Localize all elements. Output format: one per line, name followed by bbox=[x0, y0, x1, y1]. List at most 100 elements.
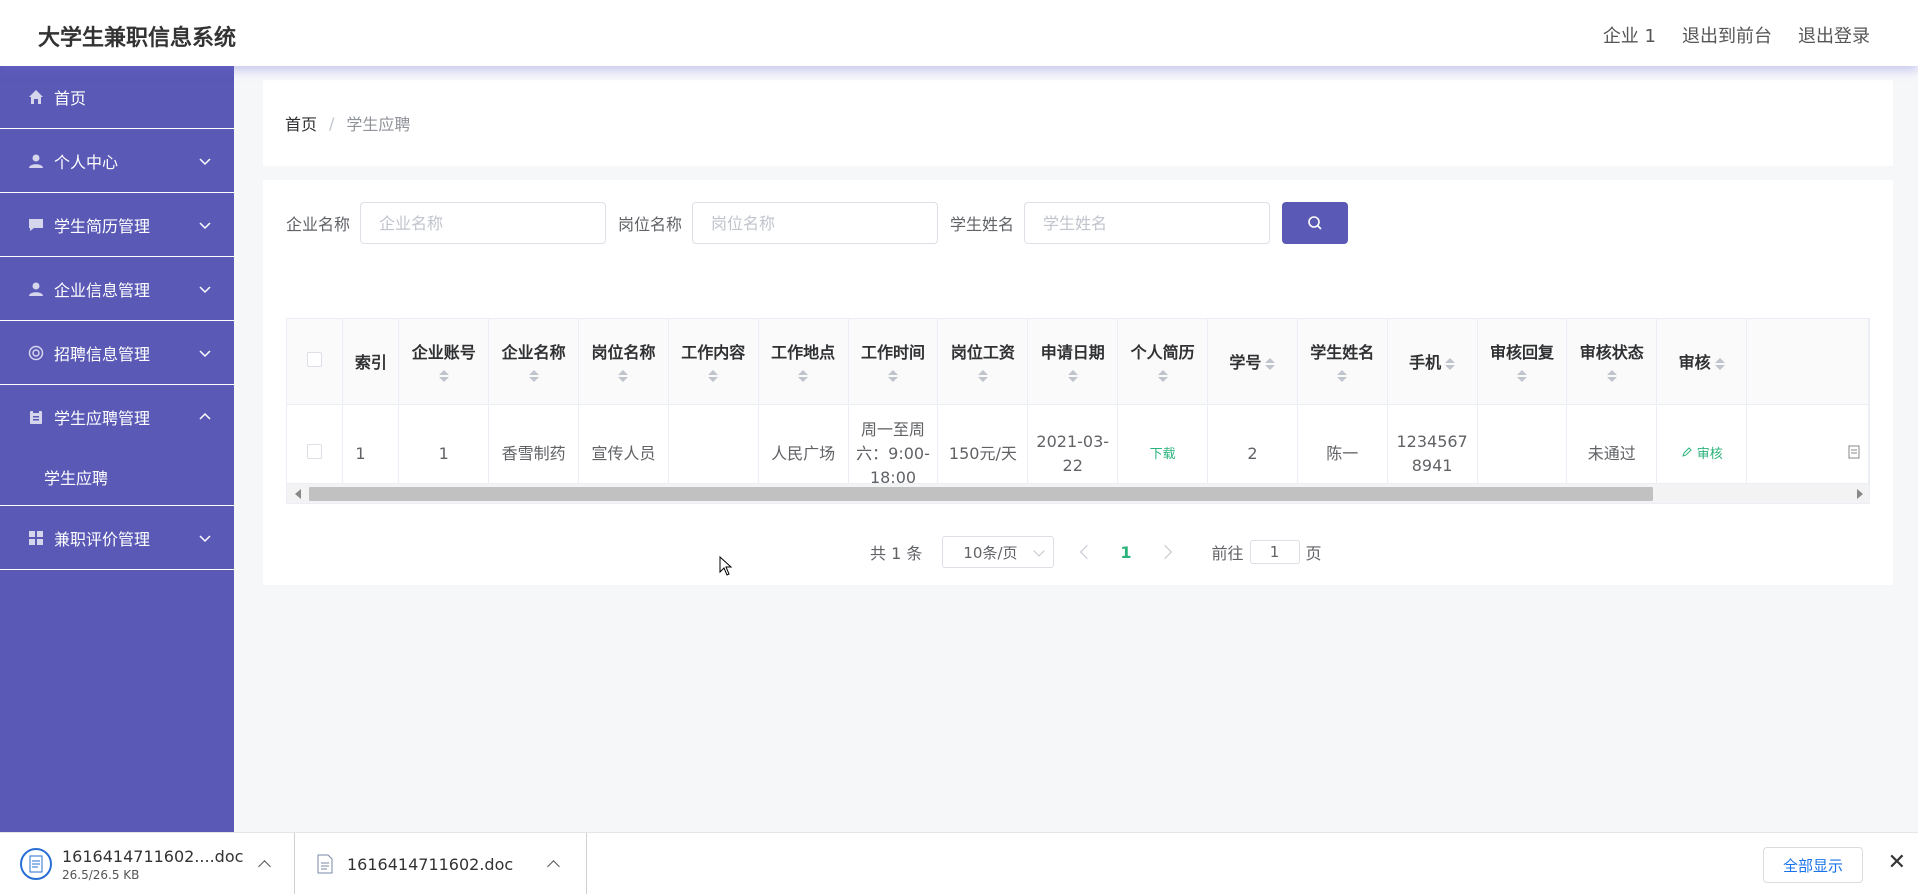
sort-icon[interactable] bbox=[438, 369, 449, 383]
sidebar-item-recruitment-management[interactable]: 招聘信息管理 bbox=[0, 321, 234, 385]
search-icon bbox=[1308, 216, 1322, 230]
home-icon bbox=[28, 89, 44, 105]
download-item[interactable]: 1616414711602.doc bbox=[295, 833, 587, 894]
download-file-name: 1616414711602....doc bbox=[62, 846, 244, 866]
sort-icon[interactable] bbox=[888, 369, 898, 383]
col-header-review[interactable]: 审核 bbox=[1656, 319, 1748, 405]
chevron-down-icon bbox=[199, 221, 211, 229]
page-number-current[interactable]: 1 bbox=[1120, 543, 1131, 562]
chevron-down-icon bbox=[199, 157, 211, 165]
post-name-input[interactable] bbox=[692, 202, 939, 244]
row-checkbox[interactable] bbox=[307, 444, 323, 459]
sidebar-subitem-label: 学生应聘 bbox=[44, 469, 109, 488]
sort-icon[interactable] bbox=[1516, 369, 1527, 383]
select-all-checkbox[interactable] bbox=[307, 351, 323, 367]
post-name-label: 岗位名称 bbox=[618, 215, 683, 234]
logout-link[interactable]: 退出登录 bbox=[1798, 22, 1870, 48]
sidebar: 首页 个人中心 学生简历管理 企业信息管理 招聘信息管理 学生应聘管理 学生应聘… bbox=[0, 66, 234, 832]
sort-icon[interactable] bbox=[1445, 357, 1456, 371]
col-header-post-name[interactable]: 岗位名称 bbox=[578, 319, 669, 405]
header-actions: 企业 1 退出到前台 退出登录 bbox=[1603, 22, 1870, 48]
chevron-down-icon bbox=[199, 534, 211, 542]
top-header: 大学生兼职信息系统 企业 1 退出到前台 退出登录 bbox=[0, 0, 1918, 66]
col-header-salary[interactable]: 岗位工资 bbox=[937, 319, 1029, 405]
goto-label: 前往 bbox=[1211, 544, 1244, 563]
sidebar-item-label: 企业信息管理 bbox=[54, 280, 151, 300]
sidebar-item-label: 学生简历管理 bbox=[54, 216, 151, 236]
sidebar-subitem-student-application[interactable]: 学生应聘 bbox=[0, 449, 234, 506]
horizontal-scrollbar[interactable] bbox=[287, 483, 1869, 503]
review-button[interactable]: 审核 bbox=[1681, 447, 1723, 462]
company-name-label: 企业名称 bbox=[286, 215, 351, 234]
col-header-student-name[interactable]: 学生姓名 bbox=[1297, 319, 1388, 405]
col-header-apply-date[interactable]: 申请日期 bbox=[1027, 319, 1119, 405]
sidebar-item-label: 个人中心 bbox=[54, 152, 119, 172]
next-page-button[interactable] bbox=[1157, 544, 1172, 560]
col-header-work-content[interactable]: 工作内容 bbox=[668, 319, 759, 405]
detail-icon[interactable] bbox=[1848, 445, 1860, 459]
sort-icon[interactable] bbox=[1067, 369, 1078, 383]
mouse-cursor-icon bbox=[719, 556, 733, 576]
sort-icon[interactable] bbox=[1606, 369, 1617, 383]
breadcrumb-home[interactable]: 首页 bbox=[285, 111, 317, 135]
page-suffix: 页 bbox=[1305, 544, 1322, 563]
sidebar-item-company-management[interactable]: 企业信息管理 bbox=[0, 257, 234, 321]
grid-icon bbox=[28, 530, 44, 546]
resume-download-link[interactable]: 下载 bbox=[1150, 447, 1176, 462]
prev-page-button[interactable] bbox=[1080, 544, 1095, 560]
col-header-resume[interactable]: 个人简历 bbox=[1117, 319, 1208, 405]
sidebar-item-label: 学生应聘管理 bbox=[54, 409, 151, 428]
goto-page-input[interactable]: 1 bbox=[1249, 540, 1300, 564]
col-header-review-reply[interactable]: 审核回复 bbox=[1477, 319, 1568, 405]
chevron-up-icon[interactable] bbox=[258, 859, 271, 873]
chevron-up-icon[interactable] bbox=[547, 859, 560, 873]
scrollbar-thumb[interactable] bbox=[309, 487, 1653, 501]
scroll-right-icon[interactable] bbox=[1857, 489, 1863, 499]
sort-icon[interactable] bbox=[708, 369, 719, 383]
search-form: 企业名称 岗位名称 学生姓名 bbox=[286, 202, 1349, 244]
sort-icon[interactable] bbox=[798, 369, 809, 383]
col-header-company-account[interactable]: 企业账号 bbox=[398, 319, 490, 405]
sidebar-item-resume-management[interactable]: 学生简历管理 bbox=[0, 193, 234, 257]
doc-file-icon bbox=[317, 854, 333, 874]
user-icon bbox=[28, 153, 44, 169]
sidebar-item-application-management[interactable]: 学生应聘管理 bbox=[0, 385, 234, 449]
chevron-down-icon bbox=[1033, 545, 1046, 557]
download-item[interactable]: 1616414711602....doc 26.5/26.5 KB bbox=[0, 833, 295, 894]
company-name-input[interactable] bbox=[360, 202, 607, 244]
sidebar-item-evaluation-management[interactable]: 兼职评价管理 bbox=[0, 506, 234, 570]
sidebar-item-label: 招聘信息管理 bbox=[54, 344, 151, 364]
show-all-downloads-button[interactable]: 全部显示 bbox=[1763, 847, 1863, 883]
sort-icon[interactable] bbox=[1157, 369, 1168, 383]
sort-icon[interactable] bbox=[977, 369, 988, 383]
col-header-review-status[interactable]: 审核状态 bbox=[1566, 319, 1658, 405]
sort-icon[interactable] bbox=[1337, 369, 1348, 383]
page-size-select[interactable]: 10条/页 bbox=[942, 536, 1055, 568]
sidebar-item-home[interactable]: 首页 bbox=[0, 66, 234, 129]
col-header-work-place[interactable]: 工作地点 bbox=[758, 319, 849, 405]
search-button[interactable] bbox=[1282, 202, 1349, 244]
exit-to-front-link[interactable]: 退出到前台 bbox=[1682, 22, 1772, 48]
sort-icon[interactable] bbox=[528, 369, 539, 383]
current-user[interactable]: 企业 1 bbox=[1603, 22, 1656, 48]
sort-icon[interactable] bbox=[1265, 357, 1276, 371]
student-name-input[interactable] bbox=[1024, 202, 1271, 244]
target-icon bbox=[28, 345, 44, 361]
sort-icon[interactable] bbox=[618, 369, 629, 383]
col-header-student-no[interactable]: 学号 bbox=[1207, 319, 1298, 405]
application-table: 索引 企业账号 企业名称 岗位名称 工作内容 工作地点 工作时间 岗位工资 申请… bbox=[286, 318, 1870, 504]
select-all-cell bbox=[287, 319, 344, 405]
sort-icon[interactable] bbox=[1714, 357, 1725, 371]
close-icon[interactable]: ✕ bbox=[1888, 851, 1906, 875]
col-header-index: 索引 bbox=[342, 319, 400, 405]
col-header-phone[interactable]: 手机 bbox=[1387, 319, 1478, 405]
sidebar-item-personal-center[interactable]: 个人中心 bbox=[0, 129, 234, 193]
page-size-value: 10条/页 bbox=[963, 543, 1018, 562]
scroll-left-icon[interactable] bbox=[295, 489, 301, 499]
download-file-name: 1616414711602.doc bbox=[347, 854, 514, 874]
col-header-company-name[interactable]: 企业名称 bbox=[488, 319, 580, 405]
clipboard-icon bbox=[28, 409, 44, 425]
pagination: 共 1 条 10条/页 1 前往 1 页 bbox=[870, 536, 1322, 568]
student-name-label: 学生姓名 bbox=[950, 215, 1015, 234]
col-header-work-time[interactable]: 工作时间 bbox=[848, 319, 939, 405]
